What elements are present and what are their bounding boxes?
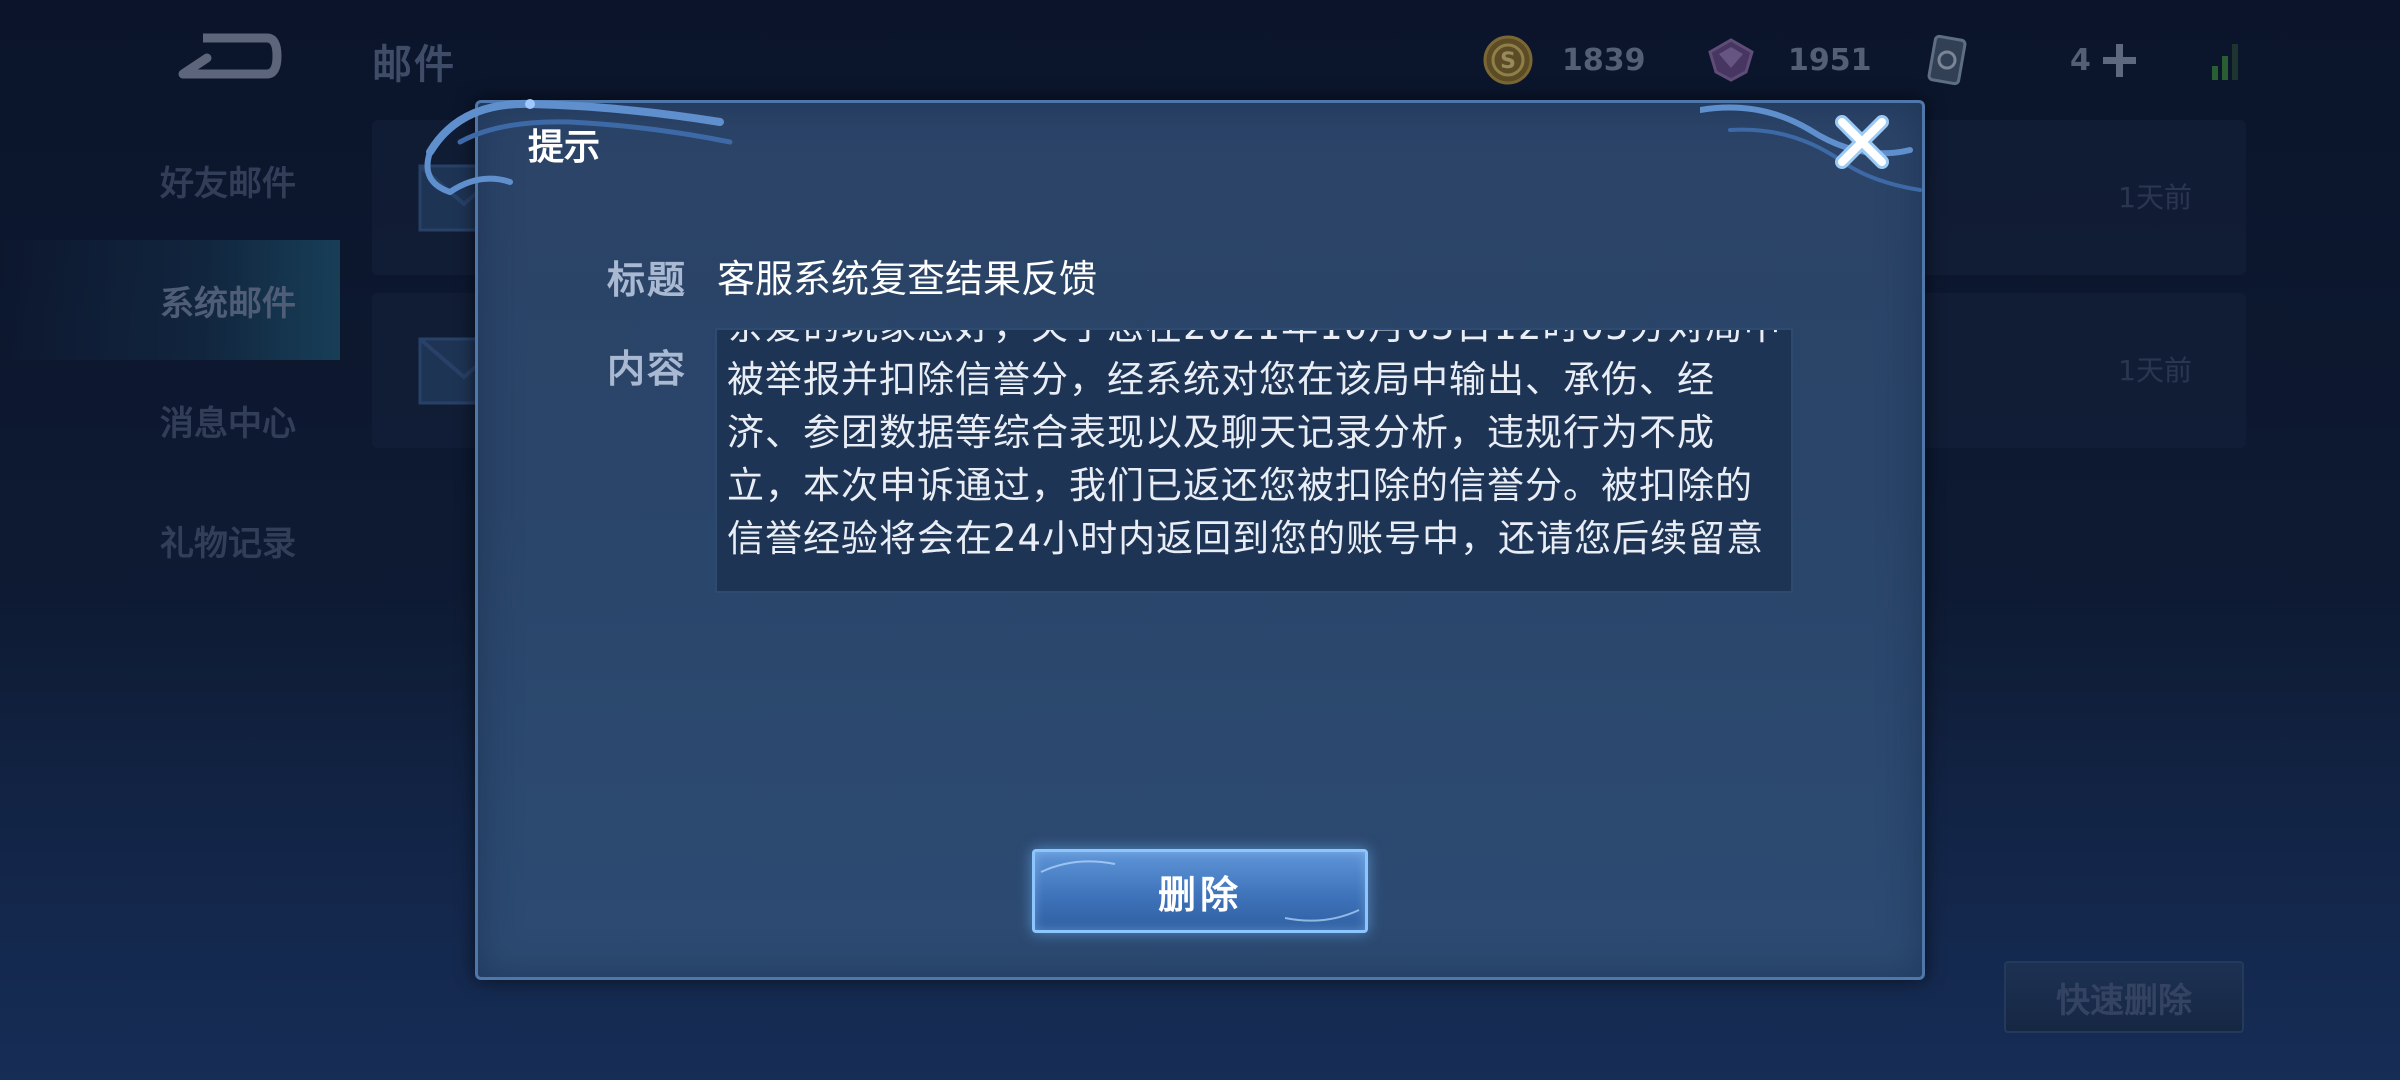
dialog-corner-ornament [1700, 104, 1922, 192]
mail-content: 亲爱的玩家您好，关于您在2021年10月03日12时05分对局中被举报并扣除信誉… [727, 330, 1781, 560]
subject-label: 标题 [607, 258, 688, 302]
close-icon[interactable] [1830, 110, 1894, 174]
dialog-title: 提示 [528, 127, 601, 168]
mail-subject: 客服系统复查结果反馈 [717, 257, 1098, 301]
button-ornament [1040, 860, 1360, 922]
mail-content-scrollbox[interactable]: 亲爱的玩家您好，关于您在2021年10月03日12时05分对局中被举报并扣除信誉… [715, 328, 1793, 593]
delete-button[interactable]: 删除 [1032, 849, 1368, 933]
content-label: 内容 [607, 347, 688, 391]
